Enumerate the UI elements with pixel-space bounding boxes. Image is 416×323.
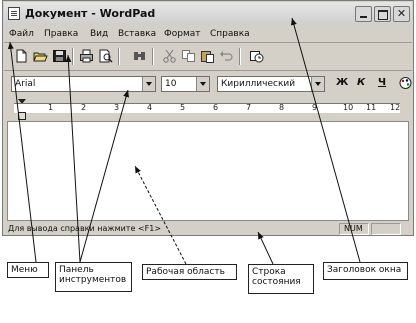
maximize-button[interactable] — [374, 6, 391, 22]
menu-view[interactable]: Вид — [90, 29, 108, 39]
callout-workarea: Рабочая область — [142, 264, 237, 280]
font-name-value: Arial — [15, 79, 36, 89]
insert-datetime-icon[interactable] — [249, 49, 264, 63]
chevron-down-icon[interactable] — [142, 77, 155, 91]
menu-insert[interactable]: Вставка — [118, 29, 156, 39]
wordpad-window: Документ - WordPad ✕ Файл Правка Вид Вст… — [2, 0, 414, 236]
ruler-strip: 1 2 3 4 5 6 7 8 9 10 11 12 — [14, 103, 400, 113]
status-bar: Для вывода справки нажмите <F1> NUM — [4, 223, 412, 236]
script-select[interactable]: Кириллический — [217, 76, 325, 92]
open-icon[interactable] — [33, 49, 48, 63]
minimize-button[interactable] — [355, 6, 372, 22]
color-palette-icon[interactable] — [398, 76, 413, 90]
left-indent-marker[interactable] — [18, 112, 26, 120]
document-icon — [8, 7, 20, 20]
ruler[interactable]: 1 2 3 4 5 6 7 8 9 10 11 12 — [4, 98, 412, 120]
pointer-statusbar — [257, 231, 274, 265]
toolbar-separator — [239, 48, 241, 65]
ruler-number: 8 — [279, 103, 285, 112]
ruler-number: 1 — [48, 103, 54, 112]
ruler-number: 2 — [81, 103, 87, 112]
menu-file[interactable]: Файл — [9, 29, 34, 39]
ruler-number: 3 — [114, 103, 120, 112]
menu-help[interactable]: Справка — [210, 29, 250, 39]
title-bar[interactable]: Документ - WordPad ✕ — [4, 2, 412, 25]
find-icon[interactable] — [132, 49, 147, 63]
ruler-number: 10 — [343, 103, 354, 112]
status-text: Для вывода справки нажмите <F1> — [8, 224, 162, 233]
copy-icon[interactable] — [181, 49, 196, 63]
chevron-down-icon[interactable] — [196, 77, 209, 91]
callout-toolbar: Панель инструментов — [55, 262, 132, 292]
status-empty-cell — [371, 223, 401, 235]
ruler-number: 6 — [213, 103, 219, 112]
ruler-number: 12 — [390, 103, 401, 112]
menu-bar: Файл Правка Вид Вставка Формат Справка — [4, 27, 412, 43]
print-preview-icon[interactable] — [98, 49, 113, 63]
toolbar-separator — [118, 48, 120, 65]
ruler-number: 7 — [246, 103, 252, 112]
paste-icon[interactable] — [200, 49, 215, 63]
ruler-number: 9 — [312, 103, 318, 112]
new-icon[interactable] — [14, 49, 29, 63]
status-num: NUM — [344, 224, 363, 233]
callout-statusbar: Строка состояния — [248, 264, 314, 294]
print-icon[interactable] — [79, 49, 94, 63]
window-title: Документ - WordPad — [25, 7, 156, 20]
close-button[interactable]: ✕ — [393, 6, 410, 22]
menu-edit[interactable]: Правка — [44, 29, 78, 39]
script-value: Кириллический — [221, 79, 296, 89]
undo-icon[interactable] — [219, 49, 234, 63]
ruler-number: 11 — [366, 103, 377, 112]
menu-format[interactable]: Формат — [164, 29, 201, 39]
toolbar-separator — [72, 48, 74, 65]
italic-button[interactable]: К — [357, 77, 365, 88]
save-icon[interactable] — [52, 49, 67, 63]
callout-title: Заголовок окна — [323, 262, 408, 280]
font-size-select[interactable]: 10 — [161, 76, 210, 92]
toolbar-separator — [152, 48, 154, 65]
ruler-number: 5 — [180, 103, 186, 112]
ruler-number: 4 — [147, 103, 153, 112]
underline-button[interactable]: Ч — [378, 77, 386, 88]
font-name-select[interactable]: Arial — [11, 76, 156, 92]
callout-menu: Меню — [7, 262, 49, 278]
cut-icon[interactable] — [162, 49, 177, 63]
chevron-down-icon[interactable] — [311, 77, 324, 91]
document-area[interactable] — [7, 121, 409, 221]
font-size-value: 10 — [165, 79, 177, 89]
toolbar — [4, 44, 412, 71]
bold-button[interactable]: Ж — [336, 77, 348, 88]
format-bar: Arial 10 Кириллический Ж К Ч — [4, 71, 412, 95]
